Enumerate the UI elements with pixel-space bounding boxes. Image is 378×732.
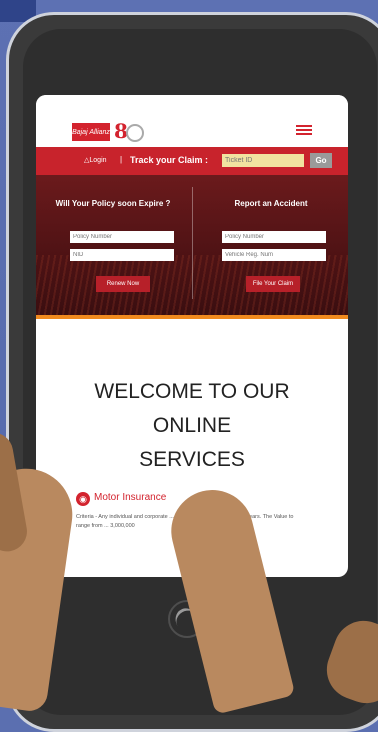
file-claim-button[interactable]: File Your Claim [246, 276, 300, 292]
hero-divider [192, 187, 193, 299]
renew-now-button[interactable]: Renew Now [96, 276, 150, 292]
renewal-nid-input[interactable] [70, 249, 174, 261]
welcome-heading: WELCOME TO OUR ONLINE SERVICES [36, 375, 348, 477]
claim-tracker-bar: △Login | Track your Claim : Go [36, 147, 348, 175]
renewal-title: Will Your Policy soon Expire ? [55, 199, 171, 208]
hamburger-icon[interactable] [296, 125, 312, 135]
login-link[interactable]: △Login [84, 156, 107, 164]
login-label: Login [89, 157, 107, 164]
ticket-id-input[interactable] [222, 154, 304, 167]
welcome-line-3: SERVICES [139, 448, 245, 471]
anniversary-badge: 8 [114, 119, 148, 143]
renewal-policy-number-input[interactable] [70, 231, 174, 243]
hero-forms: Will Your Policy soon Expire ? Renew Now… [36, 175, 348, 315]
accident-policy-number-input[interactable] [222, 231, 326, 243]
brand-logo-text: Bajaj Allianz [72, 128, 110, 136]
accident-title: Report an Accident [234, 199, 308, 208]
vehicle-reg-input[interactable] [222, 249, 326, 261]
welcome-line-1: WELCOME TO OUR [94, 380, 290, 403]
track-claim-label: Track your Claim : [130, 155, 209, 165]
hero-accent-strip [36, 315, 348, 319]
site-header: Bajaj Allianz 8 [36, 95, 348, 147]
brand-logo[interactable]: Bajaj Allianz [72, 123, 110, 141]
go-button[interactable]: Go [310, 153, 332, 168]
motor-insurance-link[interactable]: Motor Insurance [94, 492, 166, 503]
welcome-line-2: ONLINE [152, 414, 232, 437]
anniversary-ring-icon [125, 123, 144, 142]
car-icon: ◉ [76, 492, 90, 506]
bar-separator: | [120, 155, 123, 164]
